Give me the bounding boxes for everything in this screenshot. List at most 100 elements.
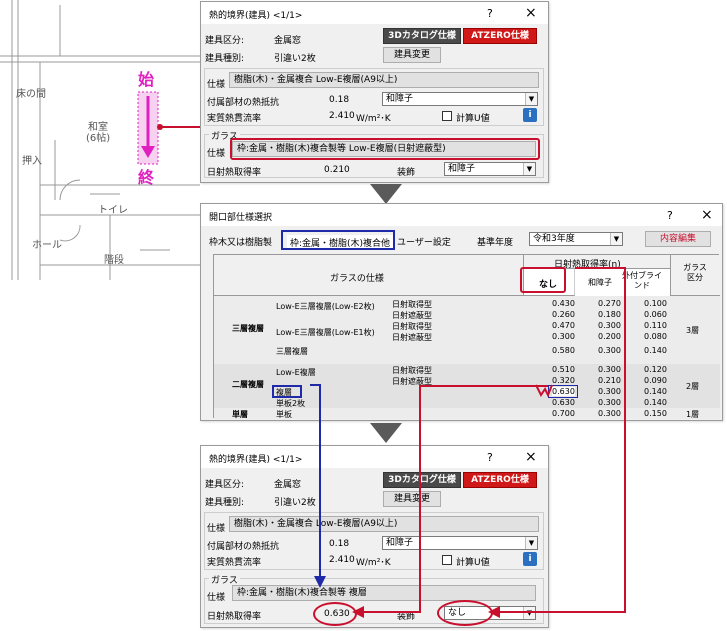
chevron-down-icon: ▼ (523, 607, 535, 619)
table-cell-value[interactable]: 0.300 (598, 321, 621, 330)
floor-plan: 床の間 和室 (6帖) 押入 トイレ ホール 階段 始 終 (0, 0, 200, 280)
calc-u-checkbox[interactable] (442, 555, 452, 565)
close-button[interactable]: × (701, 207, 713, 223)
column-header-glass: ガラスの仕様 (330, 274, 384, 284)
table-cell-value[interactable]: 0.320 (552, 376, 575, 385)
table-cell-value[interactable]: 0.110 (644, 321, 667, 330)
table-cell-value[interactable]: 0.300 (552, 332, 575, 341)
table-row-glass: 単板2枚 (276, 399, 306, 408)
heat-transfer-label: 実質熱貫流率 (207, 558, 262, 568)
table-row-glass: 三層複層 (276, 347, 308, 356)
spec-label: 仕様 (207, 524, 226, 534)
table-row-type: 日射遮蔽型 (392, 377, 432, 386)
tab-wood-resin[interactable]: 枠木又は樹脂製 (209, 235, 272, 248)
table-cell-value[interactable]: 0.120 (644, 365, 667, 374)
table-cell-value[interactable]: 0.700 (552, 409, 575, 418)
table-row-glass: 単板 (276, 410, 292, 419)
change-fixture-button[interactable]: 建具変更 (383, 491, 441, 507)
calc-u-checkbox[interactable] (442, 111, 452, 121)
year-label: 基準年度 (477, 238, 514, 248)
table-cell-value[interactable]: 0.150 (644, 409, 667, 418)
column-header-shoji: 和障子 (588, 278, 612, 287)
room-washitsu-size: (6帖) (86, 133, 111, 144)
flow-arrow-icon (370, 423, 402, 443)
table-cell-value[interactable]: 0.060 (644, 310, 667, 319)
room-tokonoma: 床の間 (16, 89, 46, 100)
decoration-select-value: 和障子 (448, 164, 476, 174)
table-cell-value[interactable]: 0.180 (598, 310, 621, 319)
info-icon[interactable]: i (523, 108, 537, 122)
edit-content-button[interactable]: 内容編集 (645, 231, 711, 247)
calc-u-label: 計算U値 (456, 558, 490, 568)
table-cell-value[interactable]: 0.200 (598, 332, 621, 341)
table-cell-value[interactable]: 0.430 (552, 299, 575, 308)
year-select-value: 令和3年度 (533, 234, 575, 244)
column-header-class: ガラス区分 (683, 263, 707, 282)
3d-catalog-button[interactable]: 3Dカタログ仕様 (383, 472, 461, 488)
year-select[interactable]: 令和3年度 ▼ (529, 232, 623, 246)
title-bar: 熱的境界(建具) <1/1> ? × (201, 2, 548, 24)
highlight-glass-spec (230, 138, 540, 160)
help-button[interactable]: ? (487, 7, 493, 20)
change-fixture-button[interactable]: 建具変更 (383, 47, 441, 63)
3d-catalog-button[interactable]: 3Dカタログ仕様 (383, 28, 461, 44)
attachment-select-value: 和障子 (386, 94, 414, 104)
table-cell-value[interactable]: 0.300 (598, 346, 621, 355)
category-label: 建具区分: (205, 480, 245, 490)
glass-spec-table: ガラスの仕様 日射熱取得率(η) なし 和障子 外付ブラインド ガラス区分 三層… (213, 254, 720, 419)
thermal-boundary-dialog-after: 熱的境界(建具) <1/1> ? × 建具区分: 金属窓 3Dカタログ仕様 AT… (200, 445, 549, 628)
table-row-glass: Low-E複層 (276, 368, 316, 377)
fixture-spec-button[interactable]: 樹脂(木)・金属複合 Low-E複層(A9以上) (229, 516, 539, 532)
info-icon[interactable]: i (523, 552, 537, 566)
table-cell-value[interactable]: 0.140 (644, 398, 667, 407)
table-cell-value[interactable]: 0.210 (598, 376, 621, 385)
close-button[interactable]: × (525, 5, 537, 21)
table-cell-value[interactable]: 0.090 (644, 376, 667, 385)
attachment-select-value: 和障子 (386, 538, 414, 548)
table-row-class: 3層 (686, 326, 700, 335)
table-cell-value[interactable]: 0.140 (644, 387, 667, 396)
heat-transfer-value: 2.410 (329, 555, 355, 565)
table-cell-value[interactable]: 0.260 (552, 310, 575, 319)
glass-spec-button[interactable]: 枠:金属・樹脂(木)複合製等 複層 (232, 585, 536, 601)
attachment-value: 0.18 (329, 95, 350, 105)
table-cell-value[interactable]: 0.580 (552, 346, 575, 355)
table-cell-value[interactable]: 0.140 (644, 346, 667, 355)
flow-arrow-icon (370, 184, 402, 204)
help-button[interactable]: ? (487, 451, 493, 464)
category-value: 金属窓 (274, 36, 302, 46)
table-cell-value[interactable]: 0.300 (598, 365, 621, 374)
chevron-down-icon: ▼ (610, 233, 622, 245)
help-button[interactable]: ? (667, 209, 673, 222)
dialog-title: 開口部仕様選択 (209, 213, 273, 223)
table-cell-value[interactable]: 0.510 (552, 365, 575, 374)
close-button[interactable]: × (525, 449, 537, 465)
highlight-solar-value (313, 602, 357, 626)
tab-user-settings[interactable]: ユーザー設定 (397, 235, 451, 248)
chevron-down-icon: ▼ (525, 93, 537, 105)
table-cell-value[interactable]: 0.300 (598, 398, 621, 407)
table-cell-value[interactable]: 0.630 (552, 398, 575, 407)
decoration-select[interactable]: 和障子 ▼ (444, 162, 536, 176)
column-header-blind: 外付ブラインド (622, 271, 662, 290)
table-cell-value[interactable]: 0.470 (552, 321, 575, 330)
table-cell-value[interactable]: 0.300 (598, 409, 621, 418)
solar-gain-label: 日射熱取得率 (207, 168, 262, 178)
attachment-label: 付属部材の熱抵抗 (207, 98, 280, 108)
atzero-button[interactable]: ATZERO仕様 (463, 28, 537, 44)
attachment-select[interactable]: 和障子 ▼ (382, 536, 538, 550)
attachment-select[interactable]: 和障子 ▼ (382, 92, 538, 106)
table-cell-value[interactable]: 0.100 (644, 299, 667, 308)
table-cell-value[interactable]: 0.300 (598, 387, 621, 396)
table-cell-value[interactable]: 0.270 (598, 299, 621, 308)
table-row-type: 日射遮蔽型 (392, 333, 432, 342)
heat-transfer-unit: W/m²･K (356, 114, 391, 124)
fixture-spec-button[interactable]: 樹脂(木)・金属複合 Low-E複層(A9以上) (229, 72, 539, 88)
room-toilet: トイレ (98, 205, 128, 216)
atzero-button[interactable]: ATZERO仕様 (463, 472, 537, 488)
kind-value: 引違い2枚 (274, 54, 316, 64)
highlight-decoration (437, 600, 493, 626)
table-row-group: 三層複層 (232, 324, 264, 333)
solar-gain-value: 0.210 (324, 165, 350, 175)
table-cell-value[interactable]: 0.080 (644, 332, 667, 341)
